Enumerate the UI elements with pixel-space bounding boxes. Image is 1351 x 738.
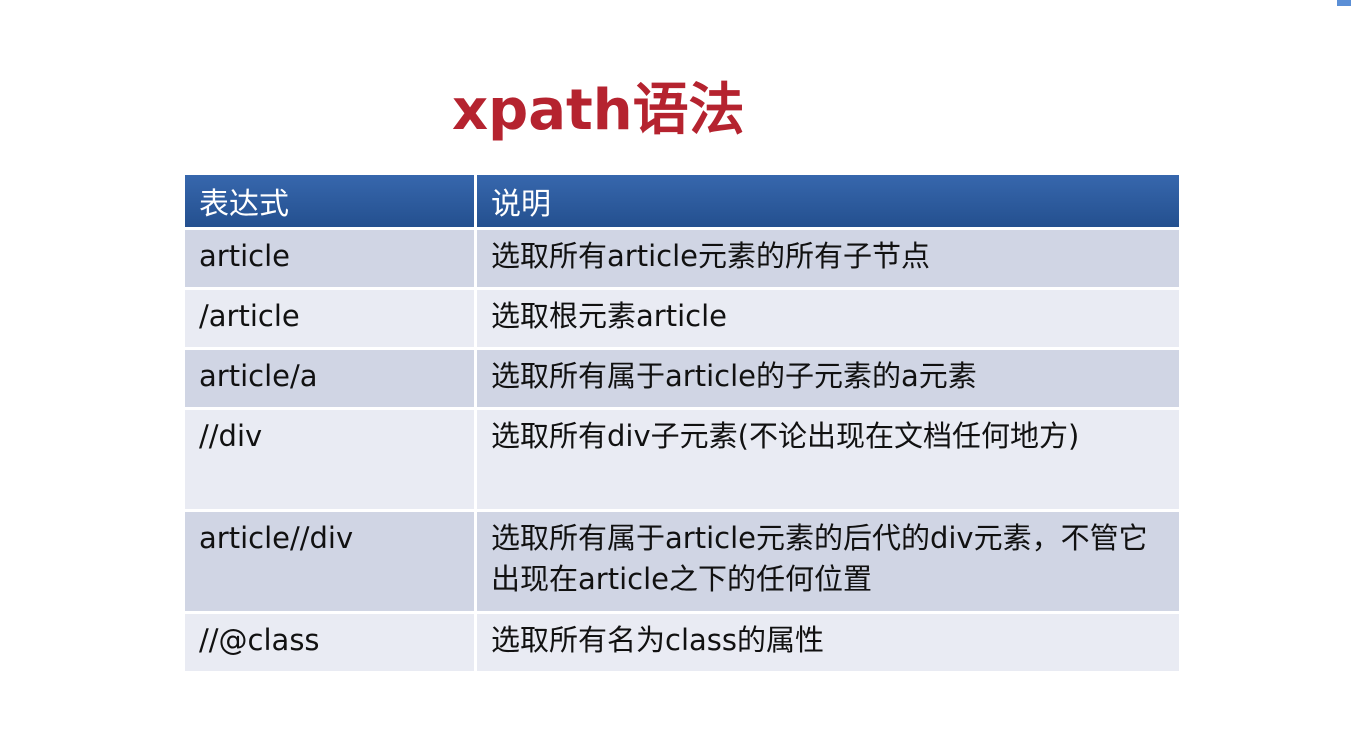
description-cell: 选取根元素article	[477, 290, 1179, 347]
expression-cell: //div	[185, 410, 474, 509]
table-row: article/a 选取所有属于article的子元素的a元素	[185, 350, 1179, 407]
table-row: //div 选取所有div子元素(不论出现在文档任何地方)	[185, 410, 1179, 509]
slide-title: xpath语法	[452, 78, 745, 143]
table-header-row: 表达式 说明	[185, 175, 1179, 227]
header-description: 说明	[477, 175, 1179, 227]
table-row: article 选取所有article元素的所有子节点	[185, 230, 1179, 287]
description-cell: 选取所有属于article元素的后代的div元素，不管它出现在article之下…	[477, 512, 1179, 611]
header-expression: 表达式	[185, 175, 474, 227]
expression-cell: article	[185, 230, 474, 287]
table-row: article//div 选取所有属于article元素的后代的div元素，不管…	[185, 512, 1179, 611]
expression-cell: article/a	[185, 350, 474, 407]
description-cell: 选取所有div子元素(不论出现在文档任何地方)	[477, 410, 1179, 509]
expression-cell: /article	[185, 290, 474, 347]
expression-cell: //@class	[185, 614, 474, 671]
description-cell: 选取所有名为class的属性	[477, 614, 1179, 671]
table-row: /article 选取根元素article	[185, 290, 1179, 347]
slide: xpath语法 表达式 说明 article 选取所有article元素的所有子…	[0, 0, 1351, 738]
table-row: //@class 选取所有名为class的属性	[185, 614, 1179, 671]
xpath-syntax-table: 表达式 说明 article 选取所有article元素的所有子节点 /arti…	[182, 172, 1182, 674]
corner-indicator	[1337, 0, 1351, 6]
expression-cell: article//div	[185, 512, 474, 611]
description-cell: 选取所有属于article的子元素的a元素	[477, 350, 1179, 407]
description-cell: 选取所有article元素的所有子节点	[477, 230, 1179, 287]
